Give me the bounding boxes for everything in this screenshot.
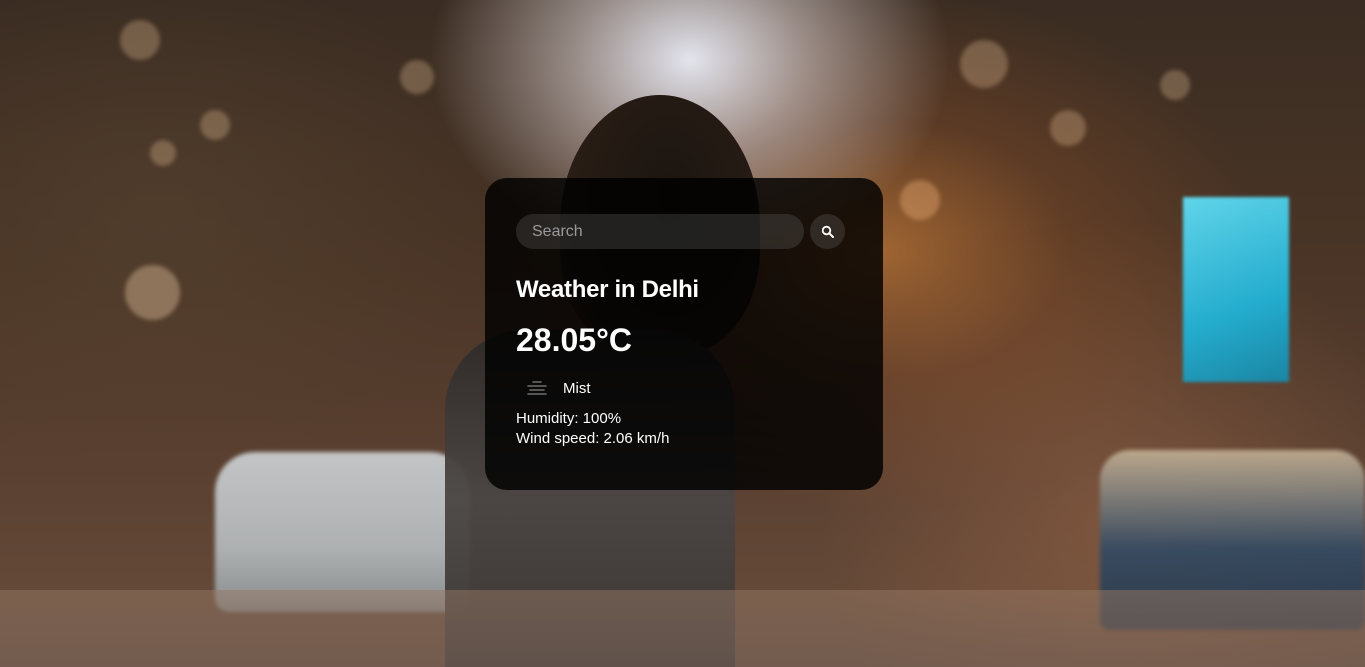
weather-description: Mist: [563, 380, 591, 398]
humidity: Humidity: 100%: [516, 409, 622, 427]
wind-speed: Wind speed: 2.06 km/h: [516, 429, 670, 447]
condition-row: Mist: [516, 377, 851, 401]
search-icon: [821, 225, 834, 238]
search-button[interactable]: [810, 214, 845, 249]
weather-card: Weather in Delhi 28.05°C Mist Humidity: …: [485, 178, 883, 490]
mist-icon: [517, 377, 557, 401]
city-heading: Weather in Delhi: [516, 276, 699, 303]
temperature: 28.05°C: [516, 322, 632, 359]
search-bar: [516, 214, 851, 249]
search-input[interactable]: [516, 214, 804, 249]
